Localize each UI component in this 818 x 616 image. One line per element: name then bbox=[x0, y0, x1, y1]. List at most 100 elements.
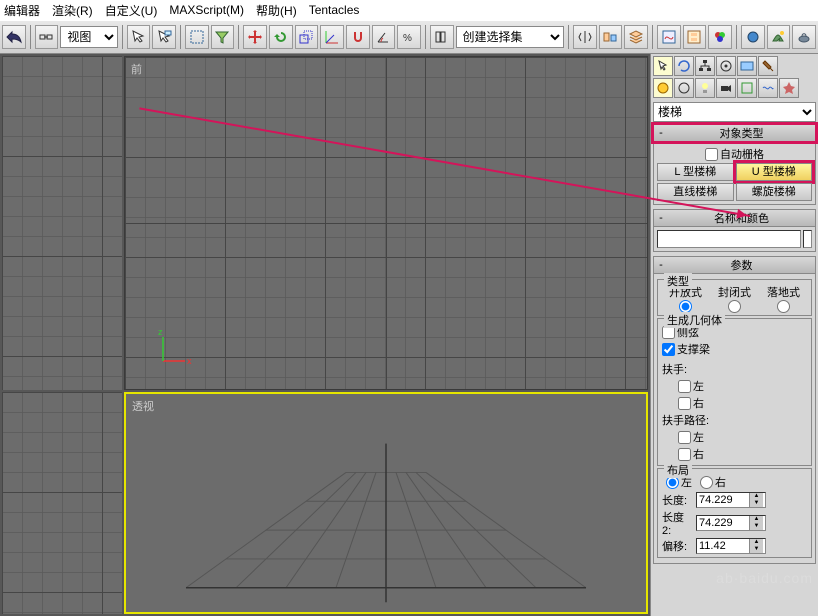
collapse-icon: - bbox=[654, 127, 668, 139]
svg-text:%: % bbox=[403, 33, 412, 44]
length2-spinner[interactable]: ▲▼ bbox=[696, 515, 766, 531]
menu-customize[interactable]: 自定义(U) bbox=[105, 2, 158, 19]
rotate-icon[interactable] bbox=[269, 25, 293, 49]
lights-cat-icon[interactable] bbox=[695, 78, 715, 98]
filter-icon[interactable] bbox=[211, 25, 235, 49]
create-tab-icon[interactable] bbox=[653, 56, 673, 76]
helpers-cat-icon[interactable] bbox=[737, 78, 757, 98]
svg-text:z: z bbox=[158, 329, 163, 337]
link-icon[interactable] bbox=[35, 25, 59, 49]
axis-gizmo-icon: x z bbox=[155, 329, 195, 369]
percent-snap-icon[interactable]: % bbox=[397, 25, 421, 49]
layout-right-radio[interactable] bbox=[700, 476, 713, 489]
menu-bar: 编辑器 渲染(R) 自定义(U) MAXScript(M) 帮助(H) Tent… bbox=[0, 0, 818, 20]
align-icon[interactable] bbox=[599, 25, 623, 49]
offset-spinner[interactable]: ▲▼ bbox=[696, 538, 766, 554]
angle-snap-icon[interactable] bbox=[372, 25, 396, 49]
category-tabs bbox=[653, 78, 816, 98]
object-name-input[interactable] bbox=[657, 230, 801, 248]
object-type-body: 自动栅格 L 型楼梯 U 型楼梯 直线楼梯 螺旋楼梯 bbox=[653, 142, 816, 205]
handrail-left-checkbox[interactable] bbox=[678, 380, 691, 393]
move-icon[interactable] bbox=[243, 25, 267, 49]
named-sel-icon[interactable] bbox=[430, 25, 454, 49]
carriage-checkbox[interactable] bbox=[662, 343, 675, 356]
object-type-header[interactable]: - 对象类型 bbox=[653, 124, 816, 142]
viewport-top-left[interactable] bbox=[2, 56, 122, 390]
box-type-radio[interactable] bbox=[777, 300, 790, 313]
svg-text:x: x bbox=[187, 356, 192, 366]
menu-tentacles[interactable]: Tentacles bbox=[309, 3, 360, 17]
closed-type-radio[interactable] bbox=[728, 300, 741, 313]
perspective-grid-icon bbox=[146, 434, 626, 607]
up-arrow-icon[interactable]: ▲ bbox=[749, 539, 763, 546]
layers-icon[interactable] bbox=[624, 25, 648, 49]
viewport-perspective[interactable]: 透视 bbox=[124, 392, 648, 614]
l-stairs-button[interactable]: L 型楼梯 bbox=[657, 163, 734, 181]
render-setup-icon[interactable] bbox=[741, 25, 765, 49]
collapse-icon: - bbox=[654, 212, 668, 224]
viewport-front-label: 前 bbox=[131, 61, 142, 77]
viewport-bottom-left[interactable] bbox=[2, 392, 122, 614]
mirror-icon[interactable] bbox=[573, 25, 597, 49]
layout-group: 布局 左 右 长度: ▲▼ 长度 2: ▲▼ 偏移: ▲▼ bbox=[657, 468, 812, 558]
params-header[interactable]: - 参数 bbox=[653, 256, 816, 274]
up-arrow-icon[interactable]: ▲ bbox=[749, 516, 763, 523]
snap-icon[interactable] bbox=[346, 25, 370, 49]
material-icon[interactable] bbox=[708, 25, 732, 49]
main-toolbar: 视图 % 创建选择集 bbox=[0, 20, 818, 54]
offset-input[interactable] bbox=[697, 539, 749, 553]
undo-icon[interactable] bbox=[2, 25, 26, 49]
autogrid-checkbox[interactable] bbox=[705, 148, 718, 161]
shapes-cat-icon[interactable] bbox=[674, 78, 694, 98]
params-body: 类型 开放式 封闭式 落地式 生成几何体 侧弦 支撑梁 扶手: 左 右 扶手路径 bbox=[653, 274, 816, 564]
curve-editor-icon[interactable] bbox=[657, 25, 681, 49]
render-icon[interactable] bbox=[767, 25, 791, 49]
hierarchy-tab-icon[interactable] bbox=[695, 56, 715, 76]
display-tab-icon[interactable] bbox=[737, 56, 757, 76]
selection-set-dropdown[interactable]: 创建选择集 bbox=[456, 26, 564, 48]
systems-cat-icon[interactable] bbox=[779, 78, 799, 98]
railpath-right-checkbox[interactable] bbox=[678, 448, 691, 461]
down-arrow-icon[interactable]: ▼ bbox=[749, 500, 763, 507]
geometry-cat-icon[interactable] bbox=[653, 78, 673, 98]
panel-tabs bbox=[653, 56, 816, 76]
menu-help[interactable]: 帮助(H) bbox=[256, 2, 297, 19]
length-input[interactable] bbox=[697, 493, 749, 507]
up-arrow-icon[interactable]: ▲ bbox=[749, 493, 763, 500]
straight-stairs-button[interactable]: 直线楼梯 bbox=[657, 183, 734, 201]
utilities-tab-icon[interactable] bbox=[758, 56, 778, 76]
subcategory-dropdown[interactable]: 楼梯 bbox=[653, 102, 816, 122]
spacewarp-cat-icon[interactable] bbox=[758, 78, 778, 98]
select-rect-icon[interactable] bbox=[185, 25, 209, 49]
command-panel: 楼梯 - 对象类型 自动栅格 L 型楼梯 U 型楼梯 直线楼梯 螺旋楼梯 - 名… bbox=[650, 54, 818, 616]
modify-tab-icon[interactable] bbox=[674, 56, 694, 76]
geometry-group: 生成几何体 侧弦 支撑梁 扶手: 左 右 扶手路径: 左 右 bbox=[657, 318, 812, 466]
down-arrow-icon[interactable]: ▼ bbox=[749, 546, 763, 553]
menu-maxscript[interactable]: MAXScript(M) bbox=[169, 3, 244, 17]
spiral-stairs-button[interactable]: 螺旋楼梯 bbox=[736, 183, 813, 201]
menu-render[interactable]: 渲染(R) bbox=[52, 2, 93, 19]
down-arrow-icon[interactable]: ▼ bbox=[749, 523, 763, 530]
viewport-front[interactable]: 前 x z bbox=[124, 56, 648, 390]
name-color-body bbox=[653, 227, 816, 252]
menu-editor[interactable]: 编辑器 bbox=[4, 2, 40, 19]
collapse-icon: - bbox=[654, 259, 668, 271]
viewport-area: 前 x z 透视 bbox=[0, 54, 650, 616]
motion-tab-icon[interactable] bbox=[716, 56, 736, 76]
refsys-icon[interactable] bbox=[320, 25, 344, 49]
length-spinner[interactable]: ▲▼ bbox=[696, 492, 766, 508]
select-icon[interactable] bbox=[127, 25, 151, 49]
object-color-swatch[interactable] bbox=[803, 230, 812, 248]
viewmode-dropdown[interactable]: 视图 bbox=[60, 26, 117, 48]
type-group: 类型 开放式 封闭式 落地式 bbox=[657, 279, 812, 316]
select-name-icon[interactable] bbox=[152, 25, 176, 49]
schematic-icon[interactable] bbox=[683, 25, 707, 49]
scale-icon[interactable] bbox=[295, 25, 319, 49]
name-color-header[interactable]: - 名称和颜色 bbox=[653, 209, 816, 227]
u-stairs-button[interactable]: U 型楼梯 bbox=[736, 163, 813, 181]
length2-input[interactable] bbox=[697, 516, 749, 530]
railpath-left-checkbox[interactable] bbox=[678, 431, 691, 444]
cameras-cat-icon[interactable] bbox=[716, 78, 736, 98]
quick-render-icon[interactable] bbox=[792, 25, 816, 49]
handrail-right-checkbox[interactable] bbox=[678, 397, 691, 410]
